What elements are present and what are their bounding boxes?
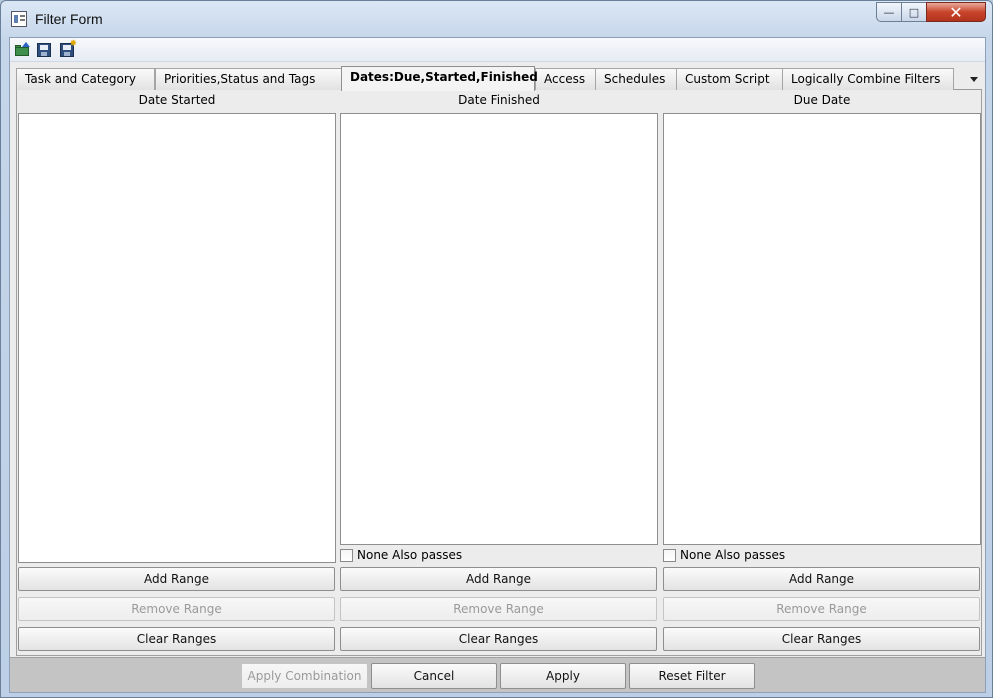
none-also-passes-label: None Also passes — [680, 548, 786, 562]
open-icon[interactable] — [14, 42, 30, 58]
date-started-range-list[interactable] — [18, 113, 336, 563]
column-title: Date Started — [138, 93, 216, 107]
tab-dates[interactable]: Dates:Due,Started,Finished — [341, 66, 538, 91]
tab-access[interactable]: Access — [535, 68, 596, 90]
none-also-passes-checkbox[interactable] — [340, 548, 353, 562]
none-also-passes-option[interactable]: None Also passes — [340, 548, 462, 562]
due-date-range-list[interactable] — [663, 113, 981, 545]
client-area: ✸ Task and Category Priorities,Status an… — [9, 37, 986, 693]
save-icon[interactable] — [36, 42, 52, 58]
dates-panel: Date Started Add Range Remove Range Clea… — [16, 90, 982, 656]
remove-range-button[interactable]: Remove Range — [663, 597, 980, 621]
column-title: Date Finished — [458, 93, 540, 107]
window-title: Filter Form — [35, 11, 103, 27]
close-button[interactable]: ✕ — [926, 2, 986, 22]
apply-button[interactable]: Apply — [500, 663, 626, 689]
title-bar[interactable]: Filter Form — □ ✕ — [1, 1, 992, 37]
toolbar: ✸ — [10, 38, 985, 62]
none-also-passes-label: None Also passes — [357, 548, 463, 562]
tab-logically-combine-filters[interactable]: Logically Combine Filters — [782, 68, 954, 90]
maximize-button[interactable]: □ — [901, 2, 927, 22]
add-range-button[interactable]: Add Range — [18, 567, 335, 591]
filter-form-window: Filter Form — □ ✕ ✸ Task and Category Pr… — [0, 0, 993, 698]
window-controls: — □ ✕ — [876, 2, 986, 22]
clear-ranges-button[interactable]: Clear Ranges — [340, 627, 657, 651]
clear-ranges-button[interactable]: Clear Ranges — [663, 627, 980, 651]
column-due-date: Due Date None Also passes Add Range Remo… — [663, 90, 981, 656]
remove-range-button[interactable]: Remove Range — [340, 597, 657, 621]
cancel-button[interactable]: Cancel — [371, 663, 497, 689]
apply-combination-button[interactable]: Apply Combination — [241, 663, 368, 689]
app-icon — [11, 11, 27, 27]
add-range-button[interactable]: Add Range — [663, 567, 980, 591]
tab-bar: Task and Category Priorities,Status and … — [16, 66, 982, 91]
column-date-started: Date Started Add Range Remove Range Clea… — [18, 90, 336, 656]
tab-custom-script[interactable]: Custom Script — [676, 68, 783, 90]
column-title: Due Date — [793, 93, 851, 107]
add-range-button[interactable]: Add Range — [340, 567, 657, 591]
remove-range-button[interactable]: Remove Range — [18, 597, 335, 621]
save-as-icon[interactable]: ✸ — [59, 40, 77, 58]
tab-task-and-category[interactable]: Task and Category — [16, 68, 155, 90]
date-finished-range-list[interactable] — [340, 113, 658, 545]
tab-overflow-chevron-down-icon[interactable] — [966, 70, 982, 88]
clear-ranges-button[interactable]: Clear Ranges — [18, 627, 335, 651]
none-also-passes-option[interactable]: None Also passes — [663, 548, 785, 562]
reset-filter-button[interactable]: Reset Filter — [629, 663, 755, 689]
none-also-passes-checkbox[interactable] — [663, 548, 676, 562]
column-date-finished: Date Finished None Also passes Add Range… — [340, 90, 658, 656]
tab-schedules[interactable]: Schedules — [595, 68, 677, 90]
minimize-button[interactable]: — — [876, 2, 902, 22]
tab-priorities-status-tags[interactable]: Priorities,Status and Tags — [155, 68, 342, 90]
bottom-button-bar: Apply Combination Cancel Apply Reset Fil… — [10, 657, 985, 692]
